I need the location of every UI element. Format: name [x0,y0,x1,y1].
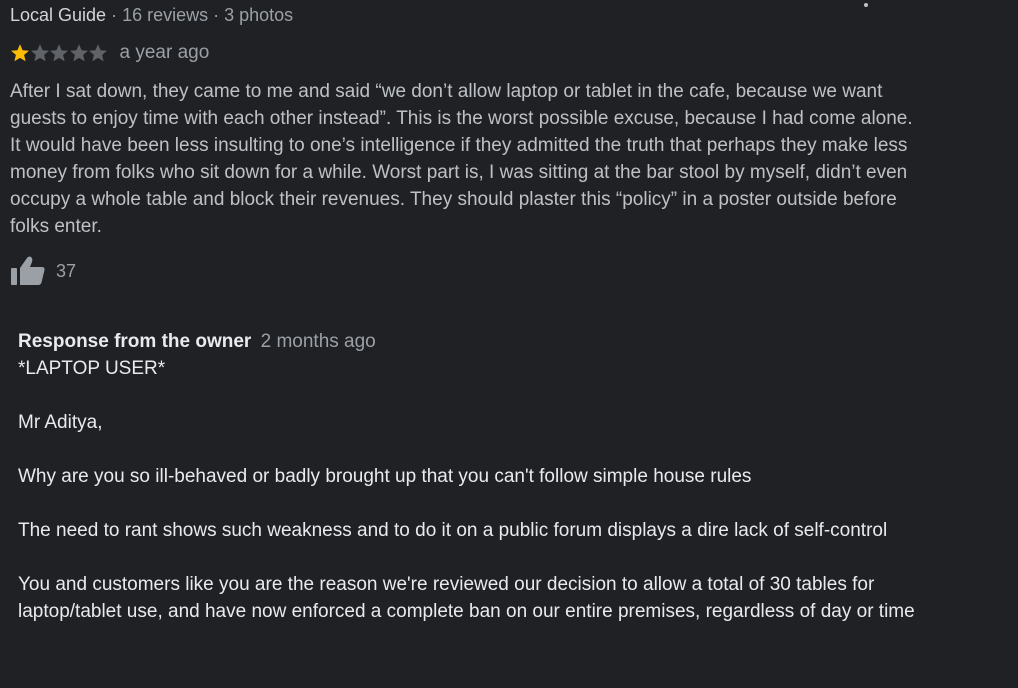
reviewer-meta: Local Guide · 16 reviews · 3 photos [10,4,293,26]
star-empty-icon [50,44,68,62]
star-filled-icon [11,44,29,62]
owner-response-date: 2 months ago [260,331,376,352]
owner-response-line: You and customers like you are the reaso… [18,574,915,622]
review-count: 16 reviews [122,5,209,25]
meta-separator: · [106,5,123,25]
star-empty-icon [69,44,88,62]
star-rating [10,43,108,63]
menu-dot [864,3,868,7]
more-vert-icon[interactable] [858,0,874,16]
like-button[interactable]: 37 [10,255,76,287]
owner-response-line: Why are you so ill-behaved or badly brou… [18,466,752,487]
star-empty-icon [30,44,49,62]
meta-separator: · [208,5,225,25]
owner-response-line: The need to rant shows such weakness and… [18,520,888,541]
like-count: 37 [56,260,77,281]
rating-row: a year ago [10,41,209,65]
local-guide-badge[interactable]: Local Guide [10,5,106,25]
owner-response-line: Mr Aditya, [18,412,103,433]
review-text: After I sat down, they came to me and sa… [10,81,913,237]
thumbs-up-icon [11,256,45,285]
star-empty-icon [89,44,107,62]
review-date: a year ago [119,42,210,63]
owner-response: Response from the owner 2 months ago *LA… [18,328,978,625]
owner-response-line: *LAPTOP USER* [18,358,166,379]
owner-response-label: Response from the owner [18,331,252,352]
owner-response-header: Response from the owner 2 months ago [18,328,978,355]
photo-count: 3 photos [224,5,294,25]
